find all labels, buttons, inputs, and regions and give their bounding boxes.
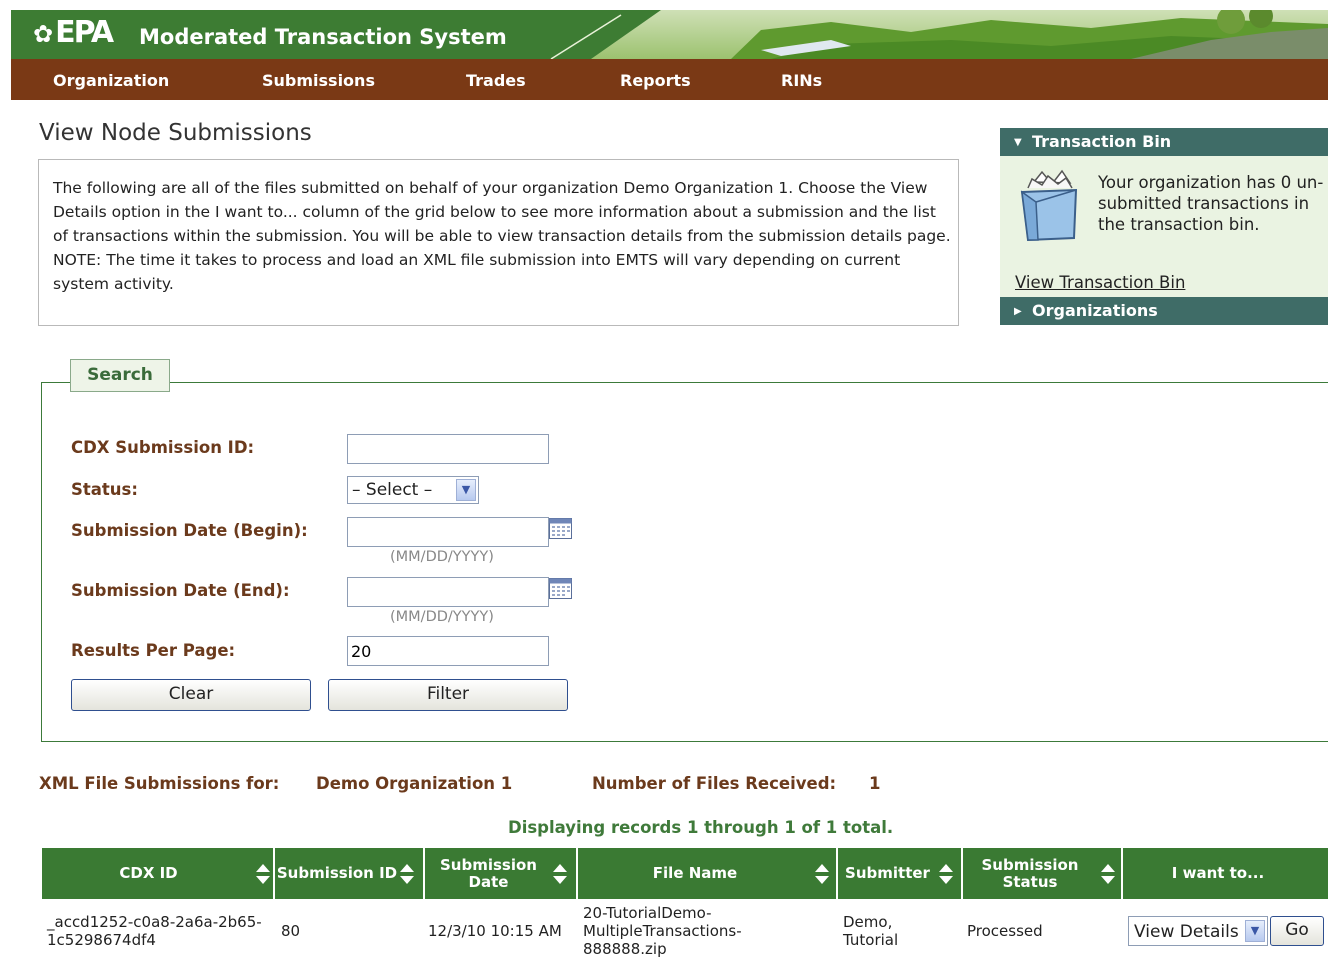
cdx-id-cell: _accd1252-c0a8-2a6a-2b65-1c5298674df4 (47, 913, 262, 949)
nav-trades[interactable]: Trades (466, 71, 526, 91)
sort-icon[interactable] (255, 862, 271, 886)
column-header-submission-id[interactable]: Submission ID (275, 848, 423, 899)
sort-icon[interactable] (399, 862, 415, 886)
transaction-bin-header[interactable]: ▼ Transaction Bin (1000, 128, 1328, 156)
status-cell: Processed (967, 922, 1043, 940)
epa-logo[interactable]: ✿EPA (33, 15, 114, 52)
begin-date-input[interactable] (347, 517, 549, 547)
end-date-label: Submission Date (End): (71, 581, 290, 600)
view-transaction-bin-link[interactable]: View Transaction Bin (1015, 272, 1185, 294)
main-nav: Organization Submissions Trades Reports … (11, 59, 1328, 100)
caret-down-icon: ▼ (1014, 137, 1022, 148)
submissions-table-header: CDX ID Submission ID Submission Date Fil… (40, 845, 1328, 900)
submitter-cell: Demo, Tutorial (843, 913, 899, 949)
transaction-bin-message: Your organization has 0 un-submitted tra… (1098, 173, 1324, 234)
chevron-down-icon[interactable]: ▼ (1245, 920, 1265, 942)
cdx-submission-id-input[interactable] (347, 434, 549, 464)
calendar-icon[interactable] (549, 578, 572, 599)
files-received-label: Number of Files Received: (592, 774, 837, 793)
calendar-icon[interactable] (549, 518, 572, 539)
sort-icon[interactable] (814, 862, 830, 886)
column-header-label: Submission ID (276, 864, 398, 882)
column-header-label: Submission Status (981, 855, 1079, 891)
caret-right-icon: ▶ (1014, 306, 1022, 317)
organization-name: Demo Organization 1 (316, 774, 513, 793)
intro-box: The following are all of the files submi… (38, 159, 959, 326)
cdx-submission-id-label: CDX Submission ID: (71, 438, 255, 457)
filter-button[interactable]: Filter (328, 679, 568, 711)
begin-date-hint: (MM/DD/YYYY) (390, 549, 494, 565)
clear-button[interactable]: Clear (71, 679, 311, 711)
chevron-down-icon[interactable]: ▼ (456, 479, 476, 501)
action-select[interactable]: View Details ▼ (1128, 916, 1268, 946)
status-select[interactable]: – Select – ▼ (347, 476, 479, 504)
nav-submissions[interactable]: Submissions (262, 71, 375, 91)
nav-rins[interactable]: RINs (781, 71, 822, 91)
results-per-page-input[interactable] (347, 636, 549, 666)
end-date-hint: (MM/DD/YYYY) (390, 609, 494, 625)
page-title: View Node Submissions (39, 120, 312, 146)
sort-icon[interactable] (938, 862, 954, 886)
column-header-label: I want to... (1171, 864, 1265, 882)
epa-flower-icon: ✿ (33, 20, 54, 48)
column-header-submitter[interactable]: Submitter (838, 848, 961, 899)
nav-reports[interactable]: Reports (620, 71, 691, 91)
files-received-count: 1 (869, 774, 881, 793)
column-header-label: CDX ID (119, 864, 178, 882)
submissions-for-label: XML File Submissions for: (39, 774, 280, 793)
intro-text: The following are all of the files submi… (53, 179, 951, 293)
go-button[interactable]: Go (1270, 916, 1324, 946)
nav-organization[interactable]: Organization (53, 71, 169, 91)
action-select-value: View Details (1134, 922, 1239, 942)
app-header: ✿EPA Moderated Transaction System (11, 10, 1328, 59)
landscape-banner-image (550, 10, 1328, 59)
results-per-page-label: Results Per Page: (71, 641, 236, 660)
begin-date-label: Submission Date (Begin): (71, 521, 308, 540)
submission-id-cell: 80 (281, 922, 301, 940)
column-header-file-name[interactable]: File Name (578, 848, 836, 899)
app-title: Moderated Transaction System (139, 25, 507, 49)
column-header-submission-status[interactable]: Submission Status (963, 848, 1121, 899)
end-date-input[interactable] (347, 577, 549, 607)
search-legend: Search (70, 359, 170, 392)
transaction-bin-title: Transaction Bin (1032, 132, 1172, 151)
column-header-label: File Name (652, 864, 738, 882)
submission-date-cell: 12/3/10 10:15 AM (428, 922, 562, 940)
organizations-title: Organizations (1032, 301, 1158, 320)
column-header-submission-date[interactable]: Submission Date (425, 848, 576, 899)
status-label: Status: (71, 480, 138, 499)
file-name-cell: 20-TutorialDemo-MultipleTransactions-888… (583, 904, 742, 958)
organizations-header[interactable]: ▶ Organizations (1000, 297, 1328, 325)
column-header-cdx-id[interactable]: CDX ID (42, 848, 273, 899)
column-header-label: Submitter (845, 864, 930, 882)
status-select-value: – Select – (352, 480, 433, 500)
sort-icon[interactable] (1100, 862, 1116, 886)
column-header-label: Submission Date (440, 855, 537, 891)
sort-icon[interactable] (552, 862, 568, 886)
column-header-actions: I want to... (1123, 848, 1328, 899)
records-summary: Displaying records 1 through 1 of 1 tota… (508, 818, 894, 837)
paper-basket-icon (1020, 169, 1078, 242)
epa-logo-text: EPA (55, 15, 114, 50)
